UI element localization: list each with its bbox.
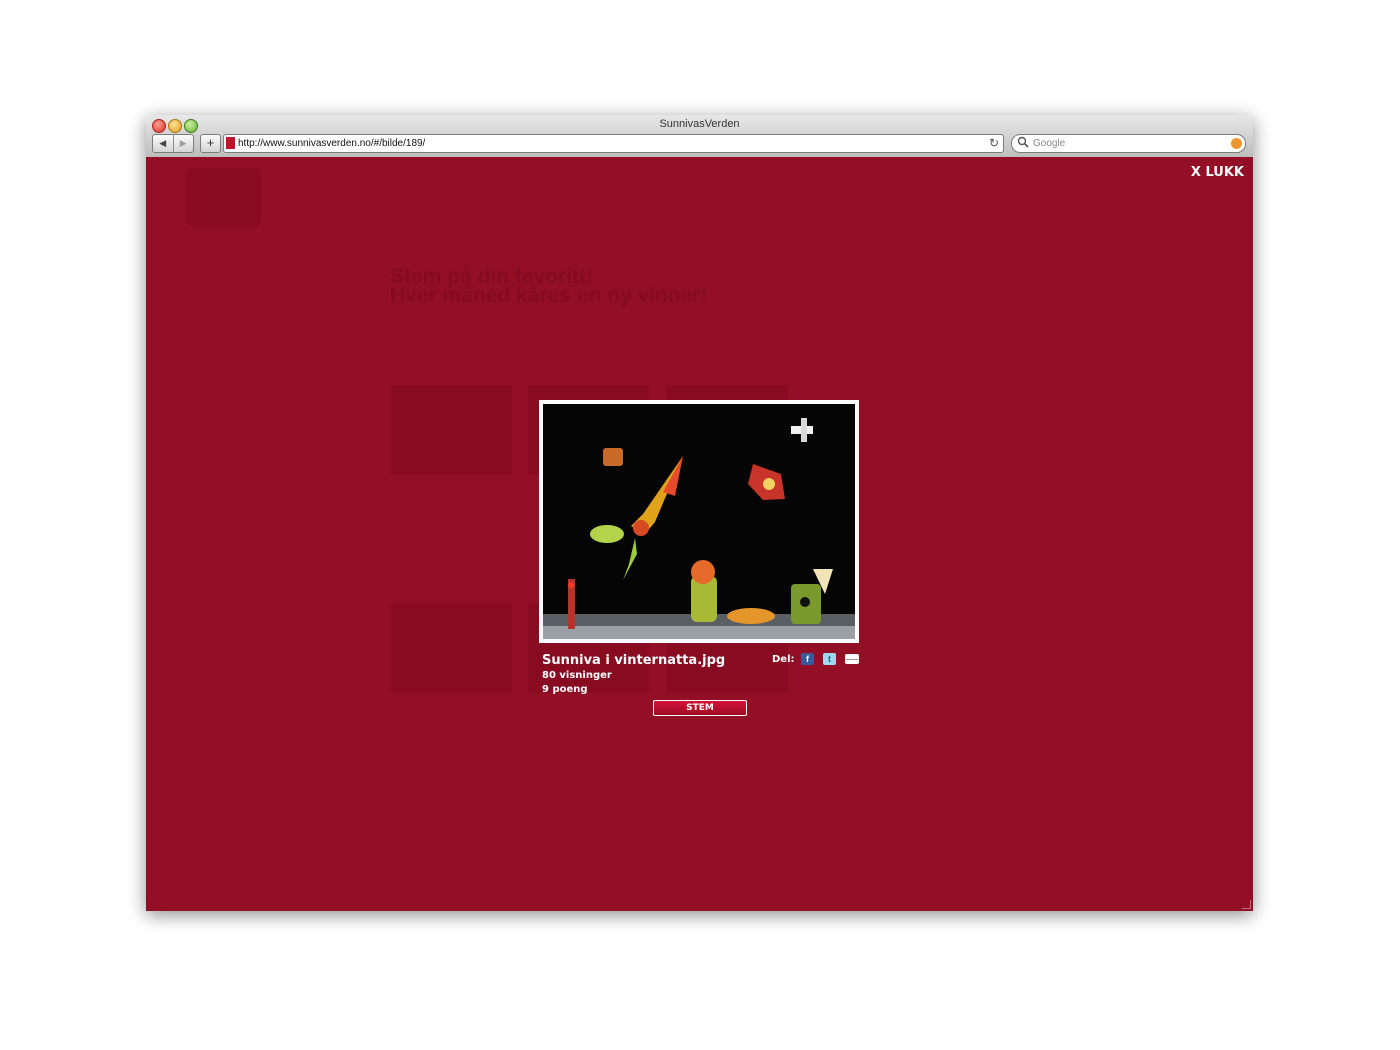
site-favicon-icon	[226, 137, 235, 149]
back-button[interactable]: ◀	[153, 135, 174, 152]
forward-button[interactable]: ▶	[174, 135, 194, 152]
title-bar: SunnivasVerden ◀ ▶ + http://www.sunnivas…	[146, 115, 1253, 158]
points-count: 9 poeng	[542, 684, 588, 695]
vote-button[interactable]: STEM	[653, 700, 747, 716]
background-headline-line-2: Hver måned kåres en ny vinner!	[390, 284, 708, 307]
window-title: SunnivasVerden	[659, 118, 740, 130]
email-icon[interactable]	[845, 654, 859, 664]
search-field[interactable]: Google	[1011, 134, 1246, 153]
add-bookmark-button[interactable]: +	[200, 134, 221, 153]
share-label: Del:	[772, 654, 795, 665]
browser-window: SunnivasVerden ◀ ▶ + http://www.sunnivas…	[146, 115, 1253, 911]
facebook-icon[interactable]: f	[801, 653, 814, 665]
background-headline: Stem på din favoritt! Hver måned kåres e…	[390, 266, 708, 307]
photo-title: Sunniva i vinternatta.jpg	[542, 653, 726, 668]
twitter-icon[interactable]: t	[823, 653, 836, 665]
close-lightbox-link[interactable]: X LUKK	[1191, 165, 1244, 180]
view-count: 80 visninger	[542, 670, 612, 681]
url-text[interactable]: http://www.sunnivasverden.no/#/bilde/189…	[238, 136, 425, 151]
address-bar[interactable]: http://www.sunnivasverden.no/#/bilde/189…	[223, 134, 1004, 153]
background-pagination	[390, 787, 1010, 792]
snapback-icon[interactable]	[1231, 138, 1242, 149]
background-thumbnail	[390, 385, 512, 475]
resize-grip-icon[interactable]	[1242, 900, 1251, 909]
reload-icon[interactable]: ↻	[989, 135, 999, 151]
photo-illustration	[543, 404, 855, 639]
search-icon	[1017, 136, 1029, 153]
history-buttons: ◀ ▶	[152, 134, 194, 153]
search-placeholder: Google	[1033, 138, 1066, 149]
page-content: Stem på din favoritt! Hver måned kåres e…	[146, 157, 1253, 911]
site-logo	[186, 167, 261, 227]
lightbox-photo	[539, 400, 859, 643]
background-thumbnail	[390, 603, 512, 693]
